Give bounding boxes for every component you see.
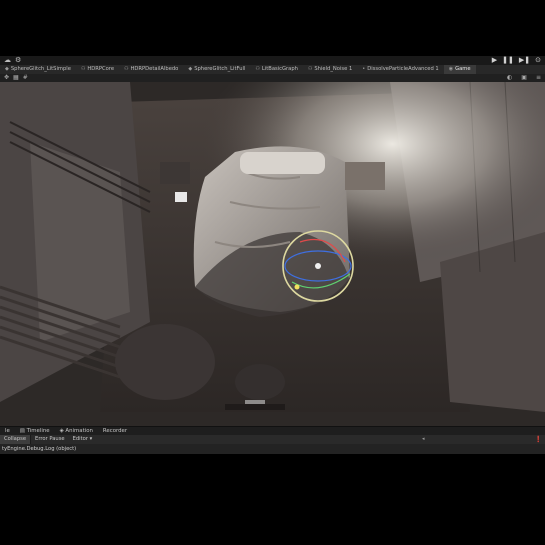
scene-toolbar-right: ◐ ▣ ≡ — [503, 74, 541, 82]
hand-tool-icon[interactable]: ✥ — [4, 74, 9, 82]
collapse-button[interactable]: Collapse — [0, 435, 32, 444]
gear-icon[interactable]: ⚙ — [15, 56, 21, 65]
tab-sphereglitch-litfull[interactable]: ◆ SphereGlitch_LitFull — [183, 65, 250, 74]
pause-button[interactable]: ❚❚ — [502, 56, 514, 65]
account-icon[interactable]: ⊙ — [535, 56, 541, 65]
tab-label: SphereGlitch_LitFull — [194, 66, 246, 72]
letterbox-top — [0, 0, 545, 56]
tab-litbasicgraph[interactable]: ⚇ LitBasicGraph — [250, 65, 303, 74]
step-button[interactable]: ▶❚ — [519, 56, 530, 65]
tab-timeline-label: Timeline — [26, 428, 50, 434]
tab-label: Shield_Noise 1 — [314, 66, 353, 72]
tab-label: Game — [455, 66, 471, 72]
dot-icon: • — [362, 66, 366, 72]
tab-label: DissolveParticleAdvanced 1 — [367, 66, 439, 72]
console-toolbar: Collapse Error Pause Editor ▾ ◂ ❗ — [0, 435, 545, 444]
tab-label: LitBasicGraph — [261, 66, 298, 72]
tab-shield-noise[interactable]: ⚇ Shield_Noise 1 — [303, 65, 357, 74]
tab-label: HDRPDetailAlbedo — [130, 66, 179, 72]
play-controls: ▶ ❚❚ ▶❚ ⊙ — [492, 56, 541, 65]
tab-game[interactable]: ◉ Game — [443, 65, 476, 74]
scene-toolbar: ✥ ▦ # ◐ ▣ ≡ — [0, 74, 545, 82]
grid-icon[interactable]: # — [23, 74, 28, 82]
tab-dissolve-particle[interactable]: • DissolveParticleAdvanced 1 — [357, 65, 443, 74]
tab-label: HDRPCore — [87, 66, 115, 72]
scene-render — [0, 82, 545, 426]
search-icon[interactable]: ◂ — [422, 435, 425, 444]
shader-icon: ◆ — [5, 66, 9, 72]
shader-icon: ◆ — [188, 66, 193, 72]
graph-icon: ⚇ — [80, 66, 86, 72]
tab-animation-label: Animation — [65, 428, 93, 434]
graph-icon: ⚇ — [124, 66, 129, 72]
graph-icon: ⚇ — [255, 66, 260, 72]
console-log-row[interactable]: tyEngine.Debug.Log (object) — [0, 444, 545, 454]
tab-hdrpcore[interactable]: ⚇ HDRPCore — [76, 65, 119, 74]
gizmo-icon[interactable]: ◐ — [507, 74, 512, 82]
draw-mode-icon[interactable]: ▦ — [13, 74, 19, 82]
play-button[interactable]: ▶ — [492, 56, 497, 65]
camera-icon[interactable]: ▣ — [521, 74, 527, 82]
game-icon: ◉ — [448, 66, 454, 72]
cloud-icon[interactable]: ☁ — [4, 56, 11, 65]
letterbox-bottom — [0, 454, 545, 545]
console-log-text: tyEngine.Debug.Log (object) — [2, 446, 77, 452]
graph-icon: ⚇ — [307, 66, 313, 72]
error-pause-button[interactable]: Error Pause — [31, 435, 69, 444]
scene-viewport[interactable] — [0, 82, 545, 426]
editor-dropdown[interactable]: Editor ▾ — [69, 435, 97, 444]
tab-hdrpdetailalbedo[interactable]: ⚇ HDRPDetailAlbedo — [119, 65, 183, 74]
main-toolbar: ☁ ⚙ ▶ ❚❚ ▶❚ ⊙ — [0, 56, 545, 65]
tab-sphereglitch-litsimple[interactable]: ◆ SphereGlitch_LitSimple — [0, 65, 76, 74]
error-count-icon[interactable]: ❗ — [535, 435, 542, 444]
tab-label: SphereGlitch_LitSimple — [10, 66, 71, 72]
layers-icon[interactable]: ≡ — [536, 74, 541, 82]
